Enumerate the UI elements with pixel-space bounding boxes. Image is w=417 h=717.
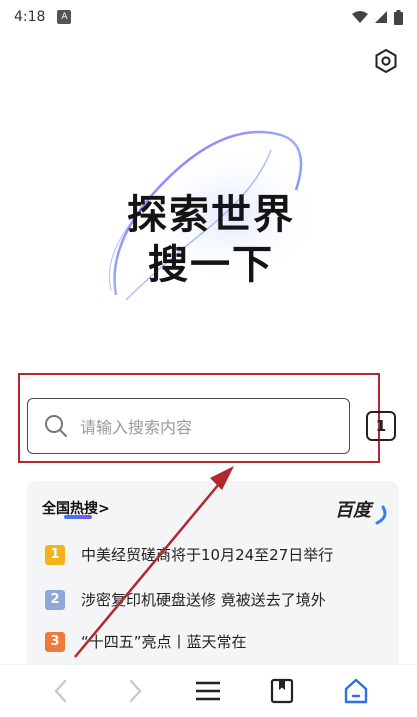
forward-icon xyxy=(129,679,142,703)
hot-item-2[interactable]: 2 涉密复印机硬盘送修 竟被送去了境外 xyxy=(45,589,326,610)
title-underline xyxy=(64,515,92,519)
hot-item-1[interactable]: 1 中美经贸磋商将于10月24至27日举行 xyxy=(45,544,333,565)
status-icons xyxy=(352,9,403,25)
status-bar: 4:18 A xyxy=(0,0,417,34)
baidu-logo: 百度 xyxy=(335,500,371,521)
hero-slogan: 探索世界 搜一下 xyxy=(96,120,326,310)
battery-icon xyxy=(394,9,403,25)
home-icon xyxy=(344,678,368,704)
bookmark-icon xyxy=(271,678,294,704)
notification-icon: A xyxy=(57,10,72,24)
rank-badge: 1 xyxy=(45,544,65,565)
search-icon xyxy=(45,415,67,437)
slogan-line-2: 搜一下 xyxy=(148,241,274,288)
settings-button[interactable] xyxy=(371,46,401,76)
signal-icon xyxy=(375,11,387,23)
home-button[interactable] xyxy=(338,673,374,709)
hot-search-card: 全国热搜> 百度 1 中美经贸磋商将于10月24至27日举行 2 涉密复印机硬盘… xyxy=(27,481,399,671)
menu-icon xyxy=(196,681,221,701)
bookmark-button[interactable] xyxy=(264,673,300,709)
bottom-navigation xyxy=(0,664,417,717)
wifi-icon xyxy=(352,11,368,23)
back-icon xyxy=(54,679,66,703)
hot-item-3[interactable]: 3 “十四五”亮点丨蓝天常在 xyxy=(45,631,247,652)
tabs-count-button[interactable]: 1 xyxy=(366,411,396,441)
hot-item-text: 涉密复印机硬盘送修 竟被送去了境外 xyxy=(81,591,326,609)
back-button[interactable] xyxy=(43,673,79,709)
baidu-logo-arc-icon xyxy=(375,505,387,525)
hot-item-text: “十四五”亮点丨蓝天常在 xyxy=(81,633,247,651)
forward-button[interactable] xyxy=(117,673,153,709)
rank-badge: 2 xyxy=(45,589,65,610)
menu-button[interactable] xyxy=(190,673,226,709)
search-input[interactable]: 请输入搜索内容 xyxy=(27,398,350,454)
hot-item-text: 中美经贸磋商将于10月24至27日举行 xyxy=(81,546,334,564)
settings-icon xyxy=(375,48,397,74)
rank-badge: 3 xyxy=(45,631,65,652)
status-time: 4:18 xyxy=(14,9,46,25)
search-placeholder: 请输入搜索内容 xyxy=(80,418,193,437)
